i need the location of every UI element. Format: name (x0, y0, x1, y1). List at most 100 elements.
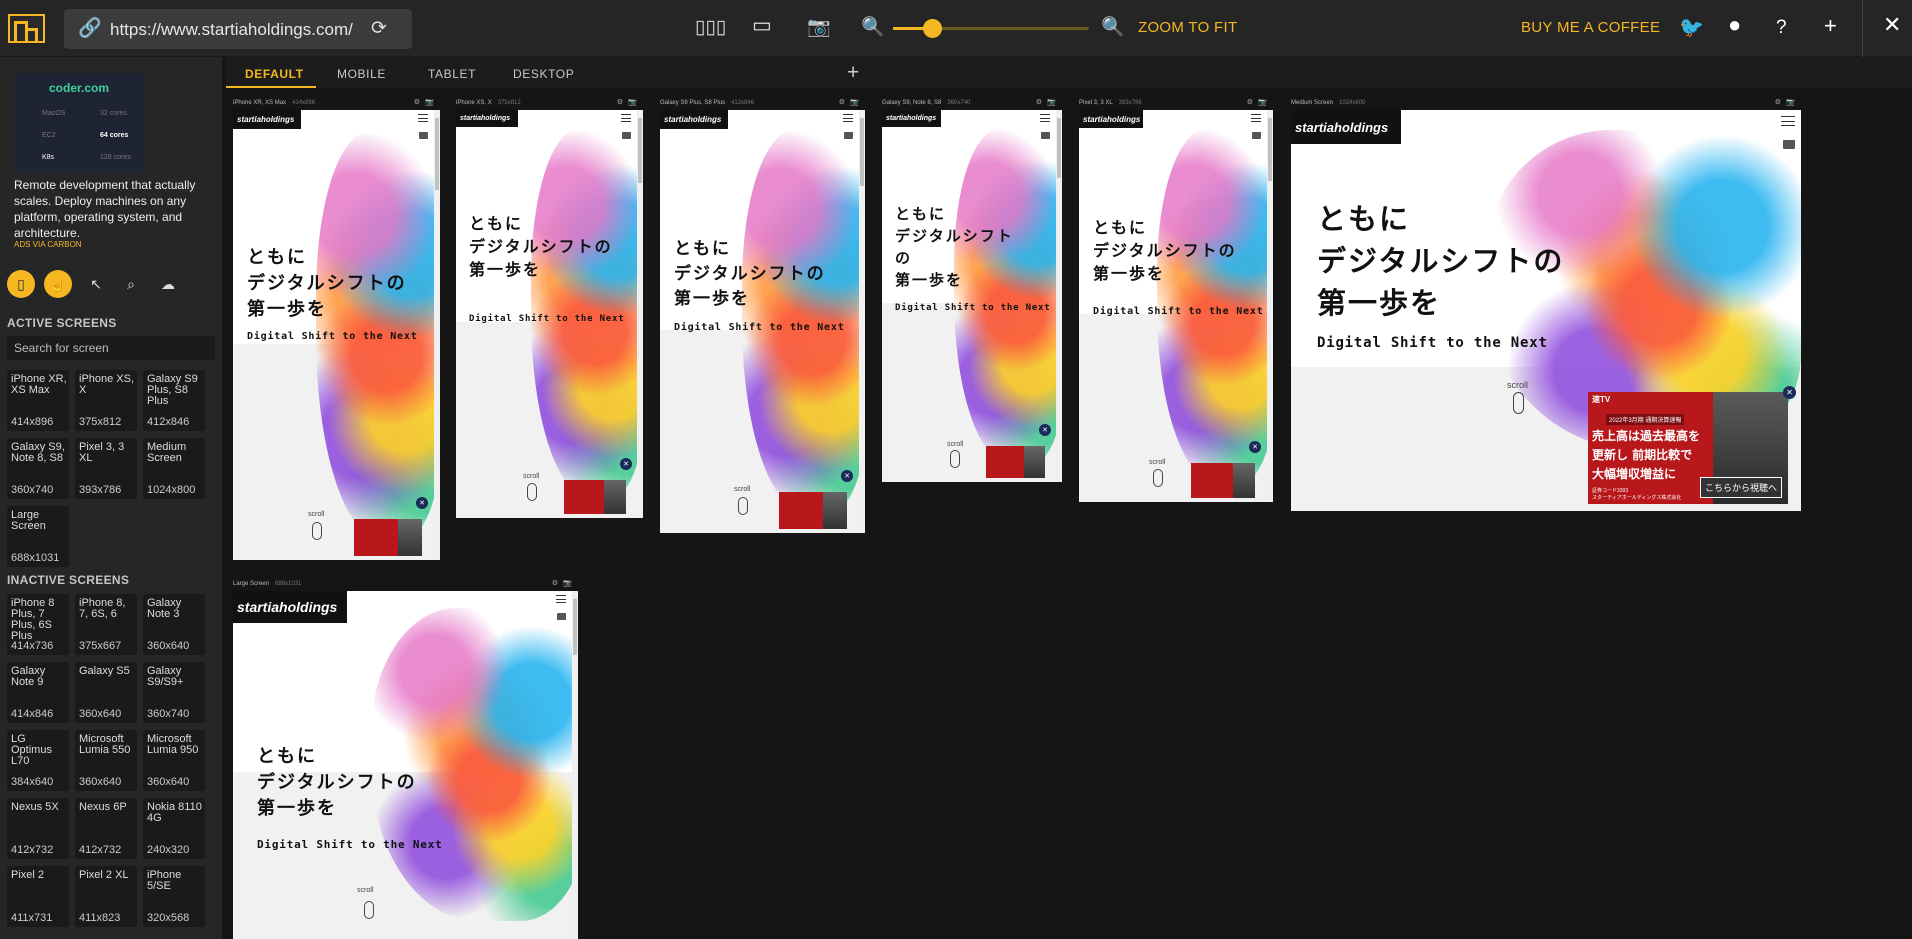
device-card[interactable]: Medium Screen 1024x800 (143, 438, 205, 499)
mail-icon[interactable] (419, 132, 428, 139)
mail-icon[interactable] (1783, 140, 1795, 149)
device-preview[interactable]: iPhone XR, XS Max 414x896 ⚙ 📷 startiahold… (233, 98, 440, 560)
address-bar[interactable]: 🔗 https://www.startiaholdings.com/ ⟳ (64, 9, 412, 49)
hamburger-menu-icon[interactable] (1781, 116, 1795, 126)
site-logo[interactable]: startiaholdings (882, 110, 941, 127)
mobile-mode-button[interactable]: ▯ (7, 270, 35, 298)
device-preview[interactable]: Medium Screen 1024x800 ⚙ 📷 startiaholding… (1291, 98, 1801, 511)
zoom-slider[interactable] (893, 19, 1089, 38)
tab-default[interactable]: DEFAULT (245, 67, 304, 81)
tab-tablet[interactable]: TABLET (428, 67, 476, 81)
device-card[interactable]: Microsoft Lumia 950 360x640 (143, 730, 205, 791)
flex-layout-icon[interactable]: ▭ (752, 14, 772, 38)
website-viewport[interactable]: startiaholdings ともにデジタルシフトの第一歩を Digital … (882, 110, 1062, 482)
hamburger-menu-icon[interactable] (1040, 114, 1050, 122)
mail-icon[interactable] (1252, 132, 1261, 139)
news-banner[interactable] (1191, 463, 1255, 498)
device-card[interactable]: iPhone 8 Plus, 7 Plus, 6S Plus 414x736 (7, 594, 69, 655)
website-viewport[interactable]: startiaholdings ともにデジタルシフトの第一歩を Digital … (660, 110, 865, 533)
settings-icon[interactable]: ⚙ (617, 98, 623, 106)
scrollbar-thumb[interactable] (638, 118, 642, 183)
settings-icon[interactable]: ⚙ (839, 98, 845, 106)
news-banner[interactable] (564, 480, 626, 514)
device-card[interactable]: Galaxy Note 3 360x640 (143, 594, 205, 655)
screenshot-camera-icon[interactable]: 📷 (1786, 98, 1795, 106)
reload-icon[interactable]: ⟳ (371, 19, 387, 39)
twitter-icon[interactable]: 🐦 (1679, 16, 1704, 40)
settings-icon[interactable]: ⚙ (414, 98, 420, 106)
banner-close-icon[interactable]: ✕ (416, 497, 428, 509)
news-banner[interactable] (354, 519, 422, 556)
site-logo[interactable]: startiaholdings (233, 591, 347, 623)
column-layout-icon[interactable]: ▯▯▯ (695, 16, 726, 40)
close-icon[interactable]: ✕ (1883, 13, 1901, 37)
device-card[interactable]: Large Screen 688x1031 (7, 506, 69, 567)
viewport-scrollbar[interactable] (572, 591, 578, 939)
scrollbar-thumb[interactable] (435, 118, 439, 190)
viewport-scrollbar[interactable] (637, 110, 643, 518)
zoom-in-icon[interactable]: 🔍 (1101, 16, 1125, 40)
screenshot-camera-icon[interactable]: 📷 (425, 98, 434, 106)
device-card[interactable]: LG Optimus L70 384x640 (7, 730, 69, 791)
ad-text[interactable]: Remote development that actually scales.… (14, 177, 214, 241)
buy-me-coffee-link[interactable]: BUY ME A COFFEE (1521, 19, 1660, 36)
device-card[interactable]: Pixel 2 XL 411x823 (75, 866, 137, 927)
zoom-to-fit-button[interactable]: ZOOM TO FIT (1138, 19, 1237, 36)
viewport-scrollbar[interactable] (859, 110, 865, 533)
news-banner[interactable] (779, 492, 847, 529)
mail-icon[interactable] (622, 132, 631, 139)
scrollbar-thumb[interactable] (573, 599, 577, 655)
screen-search-input[interactable] (7, 336, 215, 360)
ad-via-carbon[interactable]: ADS VIA CARBON (14, 240, 82, 249)
banner-close-icon[interactable]: ✕ (1249, 441, 1261, 453)
banner-close-icon[interactable]: ✕ (841, 470, 853, 482)
screenshot-camera-icon[interactable]: 📷 (850, 98, 859, 106)
website-viewport[interactable]: startiaholdings ともにデジタルシフトの第一歩を Digital … (1079, 110, 1273, 502)
zoom-slider-knob[interactable] (923, 19, 942, 38)
screenshot-camera-icon[interactable]: 📷 (1258, 98, 1267, 106)
news-banner[interactable]: 速TV 2022年3月期 通期決算速報 売上高は過去最高を 更新し 前期比較で … (1588, 392, 1788, 504)
device-preview[interactable]: Large Screen 688x1031 ⚙ 📷 startiaholdings… (233, 579, 578, 939)
device-card[interactable]: Galaxy S9 Plus, S8 Plus 412x846 (143, 370, 205, 431)
hamburger-menu-icon[interactable] (556, 595, 566, 603)
tab-desktop[interactable]: DESKTOP (513, 67, 574, 81)
banner-cta-button[interactable]: こちらから視聴へ (1699, 477, 1782, 498)
device-card[interactable]: Galaxy S9/S9+ 360x740 (143, 662, 205, 723)
hamburger-menu-icon[interactable] (418, 114, 428, 122)
mail-icon[interactable] (557, 613, 566, 620)
screenshot-camera-icon[interactable]: 📷 (563, 579, 572, 587)
device-card[interactable]: Nexus 6P 412x732 (75, 798, 137, 859)
banner-close-icon[interactable]: ✕ (1783, 386, 1796, 399)
device-preview[interactable]: Pixel 3, 3 XL 393x786 ⚙ 📷 startiaholdings… (1079, 98, 1273, 502)
device-card[interactable]: Pixel 2 411x731 (7, 866, 69, 927)
website-viewport[interactable]: startiaholdings ともにデジタルシフトの第一歩を Digital … (456, 110, 643, 518)
hamburger-menu-icon[interactable] (1251, 114, 1261, 122)
banner-close-icon[interactable]: ✕ (620, 458, 632, 470)
device-card[interactable]: Galaxy Note 9 414x846 (7, 662, 69, 723)
banner-close-icon[interactable]: ✕ (1039, 424, 1051, 436)
search-button[interactable]: ⌕ (117, 270, 145, 298)
device-card[interactable]: Pixel 3, 3 XL 393x786 (75, 438, 137, 499)
device-preview[interactable]: iPhone XS, X 375x812 ⚙ 📷 startiaholdings … (456, 98, 643, 518)
app-logo[interactable] (8, 14, 45, 43)
github-icon[interactable]: ● (1728, 13, 1741, 37)
scrollbar-thumb[interactable] (1268, 118, 1272, 181)
website-viewport[interactable]: startiaholdings ともにデジタルシフトの第一歩を Digital … (233, 591, 578, 939)
add-tab-icon[interactable]: + (847, 61, 859, 85)
hamburger-menu-icon[interactable] (621, 114, 631, 122)
device-card[interactable]: Nokia 8110 4G 240x320 (143, 798, 205, 859)
screenshot-camera-icon[interactable]: 📷 (1047, 98, 1056, 106)
device-card[interactable]: Nexus 5X 412x732 (7, 798, 69, 859)
zoom-out-icon[interactable]: 🔍 (861, 16, 885, 40)
settings-icon[interactable]: ⚙ (1036, 98, 1042, 106)
news-banner[interactable] (986, 446, 1045, 478)
device-card[interactable]: iPhone 8, 7, 6S, 6 375x667 (75, 594, 137, 655)
device-card[interactable]: Galaxy S5 360x640 (75, 662, 137, 723)
site-logo[interactable]: startiaholdings (660, 110, 728, 129)
pointer-button[interactable]: ↖ (82, 270, 110, 298)
device-card[interactable]: Microsoft Lumia 550 360x640 (75, 730, 137, 791)
device-preview[interactable]: Galaxy S9, Note 8, S8 360x740 ⚙ 📷 startia… (882, 98, 1062, 482)
mail-icon[interactable] (844, 132, 853, 139)
settings-icon[interactable]: ⚙ (1775, 98, 1781, 106)
carbon-ad-image[interactable]: coder.com MacOS 32 cores EC2 64 cores K8… (14, 73, 144, 173)
